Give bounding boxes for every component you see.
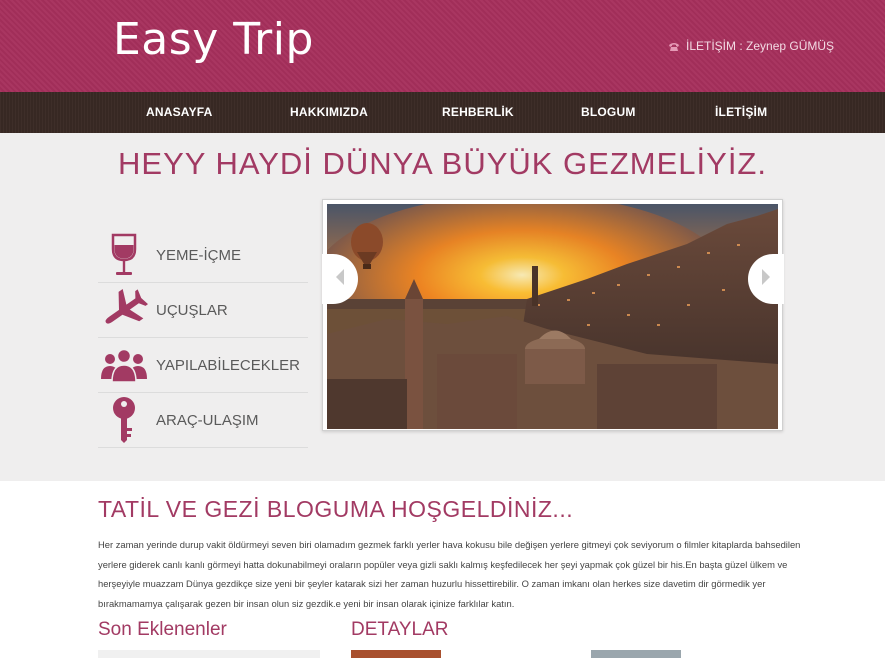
nav-item-blogum[interactable]: BLOGUM — [581, 105, 636, 119]
key-icon — [98, 395, 150, 445]
nav-item-iletisim[interactable]: İLETİŞİM — [715, 105, 767, 119]
people-icon — [98, 340, 150, 390]
header-contact[interactable]: İLETİŞİM : Zeynep GÜMÜŞ — [668, 39, 834, 53]
feature-item-yeme-icme[interactable]: YEME-İÇME — [98, 228, 308, 283]
contact-text: İLETİŞİM : Zeynep GÜMÜŞ — [686, 39, 835, 53]
feature-label: ARAÇ-ULAŞIM — [156, 411, 259, 429]
nav-item-anasayfa[interactable]: ANASAYFA — [146, 105, 213, 119]
nav-item-rehberlik[interactable]: REHBERLİK — [442, 105, 514, 119]
feature-item-yapilabilecekler[interactable]: YAPILABİLECEKLER — [98, 338, 308, 393]
feature-label: YEME-İÇME — [156, 246, 242, 264]
details-title: DETAYLAR — [351, 619, 449, 640]
feature-label: YAPILABİLECEKLER — [156, 356, 300, 374]
recent-posts-box — [98, 650, 320, 658]
details-thumbnail[interactable] — [591, 650, 681, 658]
feature-item-arac-ulasim[interactable]: ARAÇ-ULAŞIM — [98, 393, 308, 448]
chevron-left-icon — [333, 268, 347, 291]
details-thumbnail[interactable] — [351, 650, 441, 658]
feature-item-ucuslar[interactable]: UÇUŞLAR — [98, 283, 308, 338]
main-nav: ANASAYFA HAKKIMIZDA REHBERLİK BLOGUM İLE… — [0, 92, 885, 133]
nav-item-hakkimizda[interactable]: HAKKIMIZDA — [290, 105, 368, 119]
image-slider[interactable] — [322, 199, 783, 431]
intro-paragraph: Her zaman yerinde durup vakit öldürmeyi … — [98, 539, 801, 609]
site-header: Easy Trip İLETİŞİM : Zeynep GÜMÜŞ — [0, 0, 885, 92]
recent-posts-title: Son Eklenenler — [98, 619, 227, 640]
feature-list: YEME-İÇME UÇUŞLAR YAPILABİLECEKLER ARAÇ-… — [98, 228, 308, 448]
feature-label: UÇUŞLAR — [156, 301, 228, 319]
welcome-title: TATİL VE GEZİ BLOGUMA HOŞGELDİNİZ... — [98, 496, 574, 522]
chevron-right-icon — [759, 268, 773, 291]
phone-icon — [668, 41, 680, 51]
site-logo[interactable]: Easy Trip — [113, 14, 314, 65]
airplane-icon — [98, 285, 150, 335]
slider-image — [327, 204, 778, 429]
hero-title: HEYY HAYDİ DÜNYA BÜYÜK GEZMELİYİZ. — [118, 146, 767, 181]
wine-glass-icon — [98, 230, 150, 280]
hero-section: HEYY HAYDİ DÜNYA BÜYÜK GEZMELİYİZ. YEME-… — [0, 133, 885, 481]
